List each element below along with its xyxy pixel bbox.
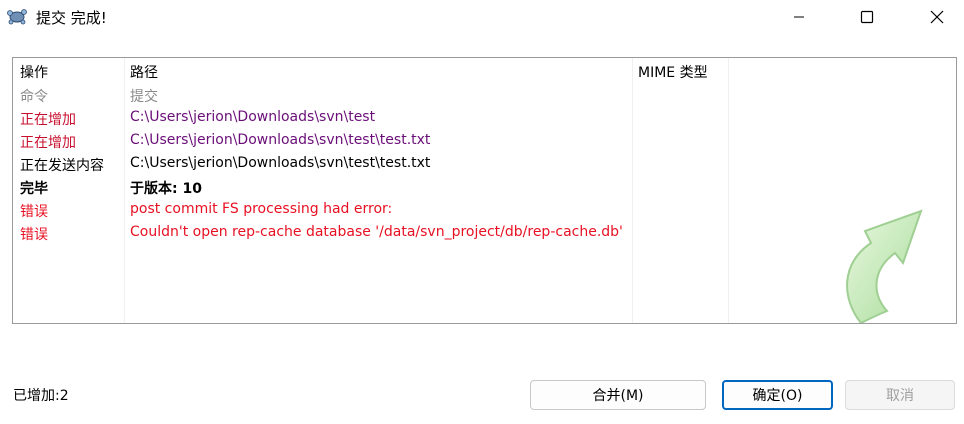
column-header-path[interactable]: 路径 — [130, 62, 158, 82]
list-row-added[interactable]: 正在增加 C:\Users\jerion\Downloads\svn\test — [13, 109, 956, 132]
column-header-action[interactable]: 操作 — [20, 62, 48, 82]
merge-button[interactable]: 合并(M) — [530, 380, 706, 410]
row-action: 正在发送内容 — [20, 158, 104, 174]
row-path: 提交 — [130, 89, 158, 105]
window-title: 提交 完成! — [36, 9, 107, 27]
row-action: 正在增加 — [20, 112, 76, 128]
list-row-sending[interactable]: 正在发送内容 C:\Users\jerion\Downloads\svn\tes… — [13, 155, 956, 178]
minimize-icon — [794, 16, 804, 18]
tortoise-svn-icon — [6, 6, 28, 26]
maximize-icon — [860, 10, 874, 24]
commit-results-list[interactable]: 操作 路径 MIME 类型 命令 提交 正在增加 C:\Users\jerion… — [12, 57, 957, 324]
row-action: 正在增加 — [20, 135, 76, 151]
list-row-error[interactable]: 错误 Couldn't open rep-cache database '/da… — [13, 224, 956, 247]
row-action: 错误 — [20, 227, 48, 243]
row-action: 错误 — [20, 204, 48, 220]
cancel-button[interactable]: 取消 — [845, 380, 955, 410]
list-row-completed[interactable]: 完毕 于版本: 10 — [13, 178, 956, 201]
row-path: C:\Users\jerion\Downloads\svn\test — [130, 109, 376, 125]
status-added-count: 已增加:2 — [13, 388, 69, 404]
commit-arrow-icon — [846, 209, 923, 323]
list-row-added[interactable]: 正在增加 C:\Users\jerion\Downloads\svn\test\… — [13, 132, 956, 155]
column-header-mime-type[interactable]: MIME 类型 — [638, 62, 708, 82]
row-action: 完毕 — [20, 181, 48, 197]
close-icon — [930, 10, 944, 24]
title-bar: 提交 完成! — [0, 0, 964, 36]
list-row-command[interactable]: 命令 提交 — [13, 86, 956, 109]
row-path: Couldn't open rep-cache database '/data/… — [130, 224, 623, 240]
row-action: 命令 — [20, 89, 48, 105]
maximize-button[interactable] — [844, 0, 890, 34]
close-button[interactable] — [914, 0, 960, 34]
row-path: C:\Users\jerion\Downloads\svn\test\test.… — [130, 155, 431, 171]
ok-button[interactable]: 确定(O) — [722, 380, 833, 410]
minimize-button[interactable] — [776, 0, 822, 34]
row-path: 于版本: 10 — [130, 181, 202, 197]
row-path: C:\Users\jerion\Downloads\svn\test\test.… — [130, 132, 431, 148]
row-path: post commit FS processing had error: — [130, 201, 393, 217]
list-row-error[interactable]: 错误 post commit FS processing had error: — [13, 201, 956, 224]
